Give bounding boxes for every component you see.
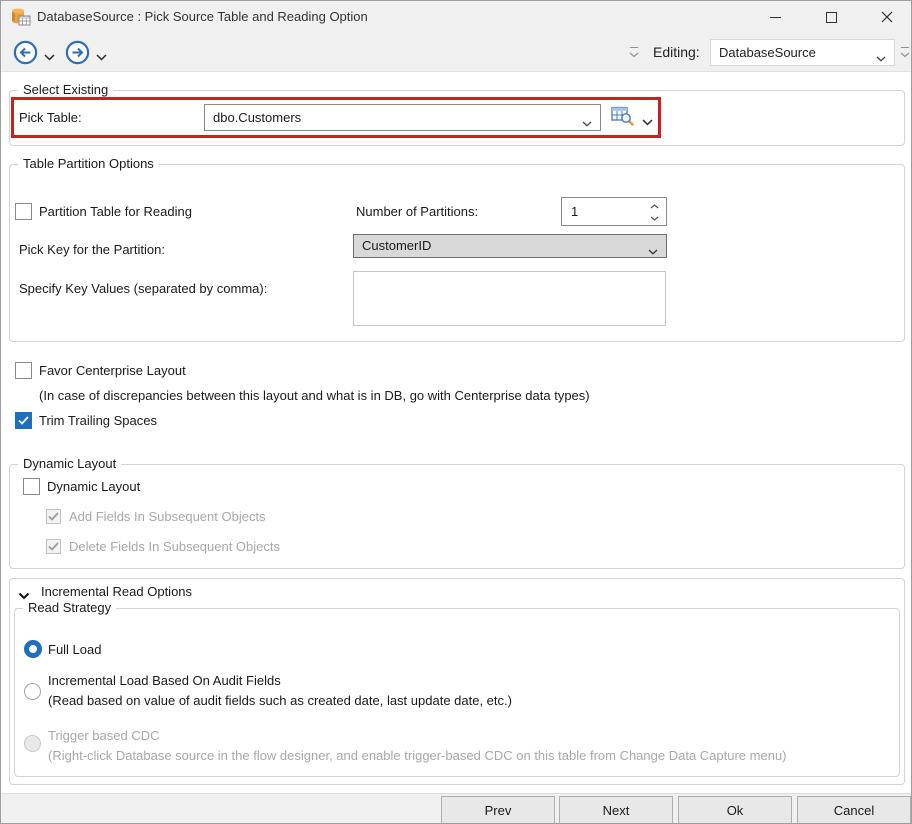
back-button[interactable] bbox=[13, 40, 38, 68]
delete-fields-label: Delete Fields In Subsequent Objects bbox=[69, 539, 280, 554]
num-partitions-value: 1 bbox=[571, 198, 578, 225]
dynamic-layout-label[interactable]: Dynamic Layout bbox=[47, 479, 140, 494]
window-title: DatabaseSource : Pick Source Table and R… bbox=[37, 1, 368, 33]
add-fields-checkbox bbox=[46, 509, 61, 524]
partition-table-checkbox[interactable] bbox=[15, 203, 32, 220]
chevron-down-icon bbox=[18, 592, 30, 600]
full-load-label[interactable]: Full Load bbox=[48, 642, 101, 657]
table-search-icon bbox=[611, 106, 635, 126]
maximize-icon bbox=[826, 12, 837, 23]
check-icon bbox=[48, 512, 59, 521]
incremental-load-label[interactable]: Incremental Load Based On Audit Fields bbox=[48, 673, 281, 688]
chevron-down-icon bbox=[642, 119, 653, 126]
spinner-down-button[interactable] bbox=[647, 212, 661, 224]
database-table-icon bbox=[11, 8, 31, 29]
incremental-load-note: (Read based on value of audit fields suc… bbox=[48, 693, 512, 708]
ok-button[interactable]: Ok bbox=[678, 796, 792, 824]
read-strategy-legend: Read Strategy bbox=[23, 600, 116, 615]
minimize-button[interactable] bbox=[755, 1, 795, 33]
partition-table-label[interactable]: Partition Table for Reading bbox=[39, 204, 192, 219]
title-bar: DatabaseSource : Pick Source Table and R… bbox=[1, 1, 911, 33]
chevron-down-icon bbox=[629, 52, 639, 58]
editing-label: Editing: bbox=[653, 44, 700, 60]
chevron-down-icon bbox=[648, 243, 658, 258]
delete-fields-checkbox bbox=[46, 539, 61, 554]
trim-trailing-spaces-checkbox[interactable] bbox=[15, 412, 32, 429]
toolbar: Editing: DatabaseSource bbox=[1, 33, 911, 72]
num-partitions-label: Number of Partitions: bbox=[356, 204, 478, 219]
trigger-cdc-radio bbox=[24, 735, 41, 752]
incremental-read-options-header[interactable]: Incremental Read Options bbox=[41, 584, 192, 599]
key-values-label: Specify Key Values (separated by comma): bbox=[19, 281, 267, 296]
pick-key-label: Pick Key for the Partition: bbox=[19, 242, 165, 257]
browse-tables-button[interactable] bbox=[611, 106, 635, 129]
chevron-down-icon bbox=[900, 52, 910, 58]
next-button[interactable]: Next bbox=[559, 796, 673, 824]
spinner-up-button[interactable] bbox=[647, 200, 661, 212]
editing-combobox[interactable]: DatabaseSource bbox=[710, 39, 895, 66]
pick-table-value: dbo.Customers bbox=[213, 105, 301, 130]
maximize-button[interactable] bbox=[811, 1, 851, 33]
check-icon bbox=[18, 416, 29, 425]
chevron-up-icon bbox=[650, 204, 659, 209]
cancel-button[interactable]: Cancel bbox=[797, 796, 911, 824]
forward-dropdown-button[interactable] bbox=[96, 49, 107, 64]
dynamic-layout-legend: Dynamic Layout bbox=[18, 456, 121, 471]
toolbar-overflow-button-right[interactable] bbox=[900, 47, 910, 59]
chevron-down-icon bbox=[96, 54, 107, 61]
close-button[interactable] bbox=[867, 1, 907, 33]
minimize-icon bbox=[770, 17, 781, 18]
check-icon bbox=[48, 542, 59, 551]
dynamic-layout-checkbox[interactable] bbox=[23, 478, 40, 495]
num-partitions-spinner[interactable]: 1 bbox=[561, 197, 667, 226]
chevron-down-icon bbox=[582, 115, 592, 130]
chevron-down-icon bbox=[650, 216, 659, 221]
back-dropdown-button[interactable] bbox=[44, 49, 55, 64]
incremental-load-radio[interactable] bbox=[24, 683, 41, 700]
dialog-window: DatabaseSource : Pick Source Table and R… bbox=[0, 0, 912, 824]
pick-key-combobox[interactable]: CustomerID bbox=[353, 234, 667, 258]
close-icon bbox=[881, 11, 893, 23]
favor-centerprise-checkbox[interactable] bbox=[15, 362, 32, 379]
back-circle-arrow-icon bbox=[13, 40, 38, 65]
trigger-cdc-label: Trigger based CDC bbox=[48, 728, 160, 743]
pick-table-combobox[interactable]: dbo.Customers bbox=[204, 104, 601, 131]
favor-centerprise-note: (In case of discrepancies between this l… bbox=[39, 388, 590, 403]
select-existing-legend: Select Existing bbox=[18, 82, 113, 97]
browse-tables-dropdown-button[interactable] bbox=[642, 114, 653, 129]
favor-centerprise-label[interactable]: Favor Centerprise Layout bbox=[39, 363, 186, 378]
full-load-radio[interactable] bbox=[24, 640, 42, 658]
table-partition-options-legend: Table Partition Options bbox=[18, 156, 159, 171]
prev-button[interactable]: Prev bbox=[441, 796, 555, 824]
trigger-cdc-note: (Right-click Database source in the flow… bbox=[48, 748, 787, 763]
trim-trailing-spaces-label[interactable]: Trim Trailing Spaces bbox=[39, 413, 157, 428]
chevron-down-icon bbox=[44, 54, 55, 61]
chevron-down-icon bbox=[876, 50, 886, 65]
key-values-textarea[interactable] bbox=[353, 271, 666, 326]
forward-circle-arrow-icon bbox=[65, 40, 90, 65]
forward-button[interactable] bbox=[65, 40, 90, 68]
add-fields-label: Add Fields In Subsequent Objects bbox=[69, 509, 266, 524]
pick-table-label: Pick Table: bbox=[19, 110, 82, 125]
toolbar-overflow-button[interactable] bbox=[629, 47, 639, 59]
editing-combobox-value: DatabaseSource bbox=[719, 40, 816, 65]
pick-key-value: CustomerID bbox=[362, 235, 431, 257]
